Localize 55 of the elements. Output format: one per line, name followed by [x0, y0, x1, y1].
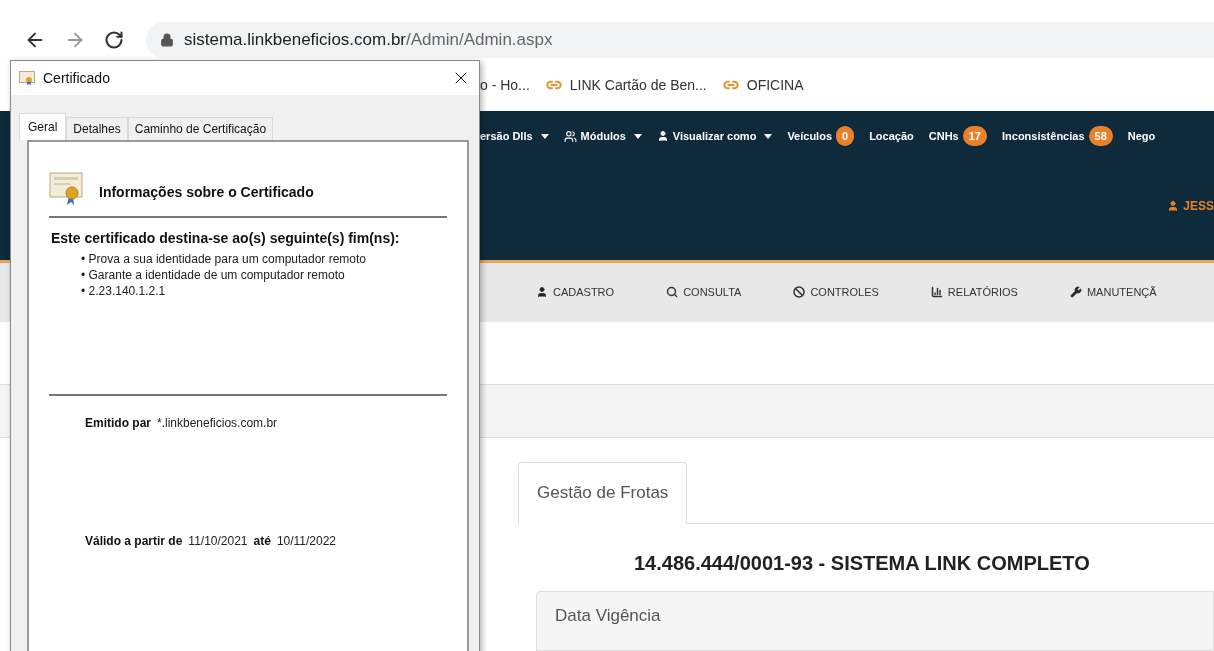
users-icon — [563, 129, 577, 143]
user-icon — [1167, 200, 1180, 213]
caret-icon — [633, 133, 642, 139]
caret-icon — [540, 133, 549, 139]
valid-from-label: Válido a partir de — [85, 534, 183, 548]
menu-item[interactable]: RELATÓRIOS — [947, 286, 1018, 299]
valid-to-date: 10/11/2022 — [276, 534, 337, 548]
nav-link[interactable]: CNHs — [928, 130, 959, 143]
ban-icon — [793, 286, 806, 299]
company-title: 14.486.444/0001-93 - SISTEMA LINK COMPLETO — [634, 552, 1091, 575]
wrench-icon — [1069, 286, 1082, 299]
section-heading: Informações sobre o Certificado — [99, 184, 314, 202]
tab[interactable]: Gestão de Frotas — [518, 462, 688, 524]
nav-link[interactable]: Nego — [1127, 130, 1156, 143]
count-badge: 0 — [836, 126, 855, 147]
nav-link[interactable]: Inconsistências — [1002, 130, 1085, 143]
menu-item[interactable]: CONSULTA — [683, 286, 742, 299]
reload-button[interactable] — [104, 29, 124, 50]
nav-link[interactable]: Veículos — [787, 130, 832, 143]
dialog-title: Certificado — [43, 70, 111, 86]
panel-header: Data Vigência — [536, 591, 1214, 651]
caret-icon — [764, 133, 773, 139]
dialog-tab[interactable]: Caminho de Certificação — [127, 117, 274, 140]
certificate-icon — [19, 71, 35, 85]
bookmark[interactable]: LINK Cartão de Ben... — [569, 77, 707, 94]
certificate-icon — [49, 172, 85, 206]
nav-link[interactable]: Módulos — [580, 130, 626, 143]
user-name[interactable]: JESS — [1183, 199, 1214, 214]
valid-from-date: 11/10/2021 — [188, 534, 248, 548]
url-text: sistema.linkbeneficios.com.br/Admin/Admin.aspx — [184, 29, 553, 50]
bookmark[interactable]: OFICINA — [746, 77, 804, 94]
menu-item[interactable]: CADASTRO — [553, 286, 615, 299]
bookmark[interactable]: o - Ho... — [480, 77, 530, 94]
menu-item[interactable]: MANUTENÇÃ — [1086, 286, 1157, 299]
purpose-item: • Garante a identidade de um computador remoto — [81, 268, 346, 282]
valid-to-label: até — [253, 534, 271, 548]
dialog-tab[interactable]: Geral — [19, 113, 67, 140]
purpose-title: Este certificado destina-se ao(s) seguinte(s) fim(ns): — [51, 230, 401, 246]
address-bar[interactable]: sistema.linkbeneficios.com.br/Admin/Admin.aspx — [146, 21, 1214, 58]
nav-link[interactable]: ersão Dlls — [480, 130, 533, 143]
issued-to-label: Emitido par — [85, 416, 151, 430]
lock-icon — [160, 32, 174, 47]
search-icon — [666, 286, 679, 299]
issued-to-value: *.linkbeneficios.com.br — [157, 416, 278, 430]
user-icon — [536, 286, 548, 299]
bar-chart-icon — [930, 286, 943, 299]
nav-link[interactable]: Visualizar como — [672, 130, 757, 143]
menu-item[interactable]: CONTROLES — [810, 286, 879, 299]
user-icon — [656, 130, 669, 143]
purpose-item: • 2.23.140.1.2.1 — [81, 284, 167, 298]
count-badge: 58 — [1088, 126, 1113, 147]
nav-link[interactable]: Locação — [869, 130, 914, 143]
purpose-item: • Prova a sua identidade para um computador remoto — [81, 252, 368, 266]
count-badge: 17 — [962, 126, 987, 147]
dialog-tab[interactable]: Detalhes — [66, 117, 128, 140]
